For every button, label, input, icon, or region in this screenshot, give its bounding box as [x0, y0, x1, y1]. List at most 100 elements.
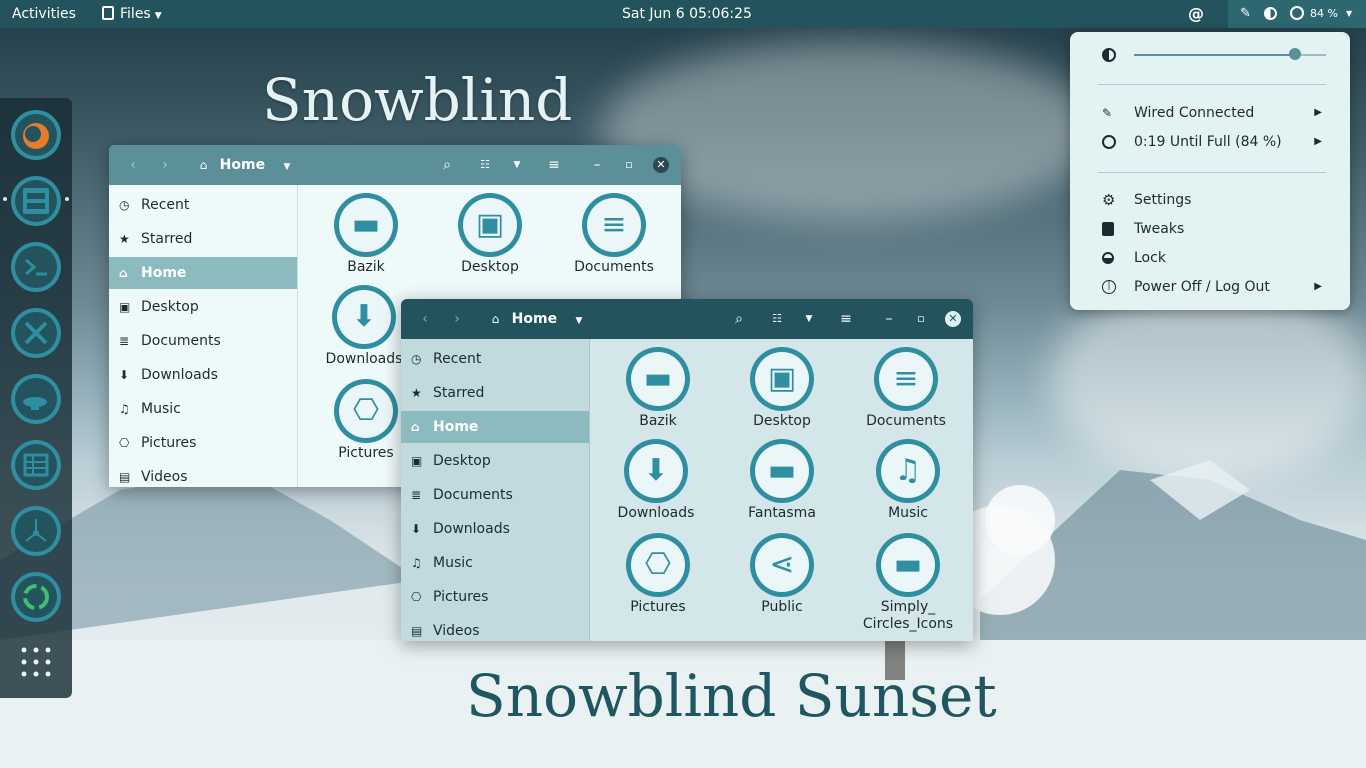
pictures-folder-icon: ⎔ [626, 533, 690, 597]
home-icon: ⌂ [491, 312, 500, 326]
sidebar-item-downloads[interactable]: ⬇ Downloads [401, 513, 589, 545]
genie-lamp-icon[interactable] [11, 374, 61, 424]
path-label: Home [511, 311, 558, 327]
documents-folder-icon: ≡ [582, 193, 646, 257]
home-icon: ⌂ [199, 158, 208, 172]
back-button[interactable]: ‹ [125, 155, 141, 175]
battery-percent: 84 % [1310, 7, 1338, 20]
at-sign-icon[interactable]: @ [1188, 0, 1204, 28]
app-menu-button[interactable]: Files ▼ [102, 0, 162, 28]
files-icon[interactable] [11, 176, 61, 226]
folder-label: Documents [574, 259, 654, 275]
sidebar-item-label: Starred [433, 385, 485, 401]
sidebar-item-music[interactable]: ♫ Music [109, 393, 297, 425]
sidebar-item-label: Desktop [141, 299, 199, 315]
sidebar-item-starred[interactable]: ★ Starred [109, 223, 297, 255]
minimize-icon[interactable]: – [589, 155, 605, 175]
close-icon[interactable]: ✕ [653, 157, 669, 173]
sidebar-item-label: Documents [141, 333, 221, 349]
public-folder-icon: ⋖ [750, 533, 814, 597]
volume-slider[interactable] [1134, 48, 1326, 60]
home-icon: ⌂ [411, 420, 420, 434]
sidebar-item-home[interactable]: ⌂ Home [401, 411, 589, 443]
folder-label: Fantasma [748, 505, 816, 521]
activities-button[interactable]: Activities [12, 0, 76, 28]
volume-slider-fill [1134, 54, 1296, 56]
lock-icon [1102, 252, 1114, 264]
files-app-icon [102, 6, 114, 20]
search-icon[interactable]: ⌕ [439, 155, 455, 175]
sidebar-item-label: Recent [433, 351, 482, 367]
chevron-down-icon[interactable]: ▼ [509, 155, 525, 175]
folder-item[interactable]: ≡ Documents [554, 193, 674, 276]
sidebar-item-downloads[interactable]: ⬇ Downloads [109, 359, 297, 391]
forward-button[interactable]: › [157, 155, 173, 175]
view-list-icon[interactable]: ☷ [769, 309, 785, 329]
sidebar-item-recent[interactable]: ◷ Recent [109, 189, 297, 221]
sidebar-item-music[interactable]: ♫ Music [401, 547, 589, 579]
folder-item[interactable]: ♫ Music [848, 439, 968, 522]
system-menu: ✎ Wired Connected ▶ 0:19 Until Full (84 … [1070, 32, 1350, 310]
battery-item[interactable]: 0:19 Until Full (84 %) ▶ [1070, 128, 1350, 156]
terminal-icon[interactable] [11, 242, 61, 292]
sidebar-item-home[interactable]: ⌂ Home [109, 257, 297, 289]
folder-item[interactable]: ▬ Simply_ Circles_Icons [848, 533, 968, 633]
folder-item[interactable]: ▬ Bazik [306, 193, 426, 276]
firefox-icon[interactable] [11, 110, 61, 160]
folder-item[interactable]: ⎔ Pictures [598, 533, 718, 616]
sidebar-item-videos[interactable]: ▤ Videos [401, 615, 589, 641]
chevron-down-icon[interactable]: ▼ [801, 309, 817, 329]
settings-tools-icon[interactable] [11, 308, 61, 358]
lock-item[interactable]: Lock [1070, 244, 1350, 272]
folder-item[interactable]: ▬ Bazik [598, 347, 718, 430]
sidebar-item-pictures[interactable]: ⎔ Pictures [401, 581, 589, 613]
settings-item[interactable]: ⚙ Settings [1070, 186, 1350, 214]
power-off-item[interactable]: | Power Off / Log Out ▶ [1070, 273, 1350, 301]
wallpaper-title-bottom: Snowblind Sunset [466, 662, 997, 730]
menu-icon[interactable]: ≡ [838, 309, 854, 329]
path-label: Home [219, 157, 266, 173]
recycle-icon[interactable] [11, 572, 61, 622]
folder-item[interactable]: ▬ Fantasma [722, 439, 842, 522]
sidebar-item-desktop[interactable]: ▣ Desktop [401, 445, 589, 477]
sidebar-item-starred[interactable]: ★ Starred [401, 377, 589, 409]
chevron-down-icon: ▼ [154, 11, 162, 21]
path-button[interactable]: ⌂ Home ▼ [489, 309, 585, 329]
back-button[interactable]: ‹ [417, 309, 433, 329]
folder-item[interactable]: ▣ Desktop [722, 347, 842, 430]
music-icon: ♫ [119, 402, 130, 416]
sidebar-item-desktop[interactable]: ▣ Desktop [109, 291, 297, 323]
folder-label: Downloads [617, 505, 695, 521]
app-grid-icon[interactable] [20, 646, 52, 678]
headerbar: ‹ › ⌂ Home ▼ ⌕ ☷ ▼ ≡ – ▫ ✕ [401, 299, 973, 339]
forward-button[interactable]: › [449, 309, 465, 329]
close-icon[interactable]: ✕ [945, 311, 961, 327]
volume-slider-handle[interactable] [1289, 48, 1302, 60]
spreadsheet-icon[interactable] [11, 440, 61, 490]
sidebar-item-recent[interactable]: ◷ Recent [401, 343, 589, 375]
view-list-icon[interactable]: ☷ [477, 155, 493, 175]
folder-label: Pictures [630, 599, 686, 615]
path-button[interactable]: ⌂ Home ▼ [197, 155, 293, 175]
maximize-icon[interactable]: ▫ [621, 155, 637, 175]
sidebar-item-label: Desktop [433, 453, 491, 469]
system-status-area[interactable]: ✎ 84 % ▼ [1228, 0, 1366, 28]
fantasma-folder-icon: ▬ [750, 439, 814, 503]
wired-connected-item[interactable]: ✎ Wired Connected ▶ [1070, 99, 1350, 127]
folder-item[interactable]: ≡ Documents [846, 347, 966, 430]
folder-item[interactable]: ▣ Desktop [430, 193, 550, 276]
folder-item[interactable]: ⬇ Downloads [596, 439, 716, 522]
sidebar-item-pictures[interactable]: ⎔ Pictures [109, 427, 297, 459]
search-icon[interactable]: ⌕ [731, 309, 747, 329]
tweaks-item[interactable]: Tweaks [1070, 215, 1350, 243]
sidebar-item-documents[interactable]: ≣ Documents [109, 325, 297, 357]
git-icon[interactable] [11, 506, 61, 556]
bazik-folder-icon: ▬ [626, 347, 690, 411]
folder-item[interactable]: ⋖ Public [722, 533, 842, 616]
maximize-icon[interactable]: ▫ [913, 309, 929, 329]
clock[interactable]: Sat Jun 6 05:06:25 [622, 0, 752, 28]
minimize-icon[interactable]: – [881, 309, 897, 329]
sidebar-item-documents[interactable]: ≣ Documents [401, 479, 589, 511]
menu-icon[interactable]: ≡ [546, 155, 562, 175]
sidebar-item-videos[interactable]: ▤ Videos [109, 461, 297, 487]
